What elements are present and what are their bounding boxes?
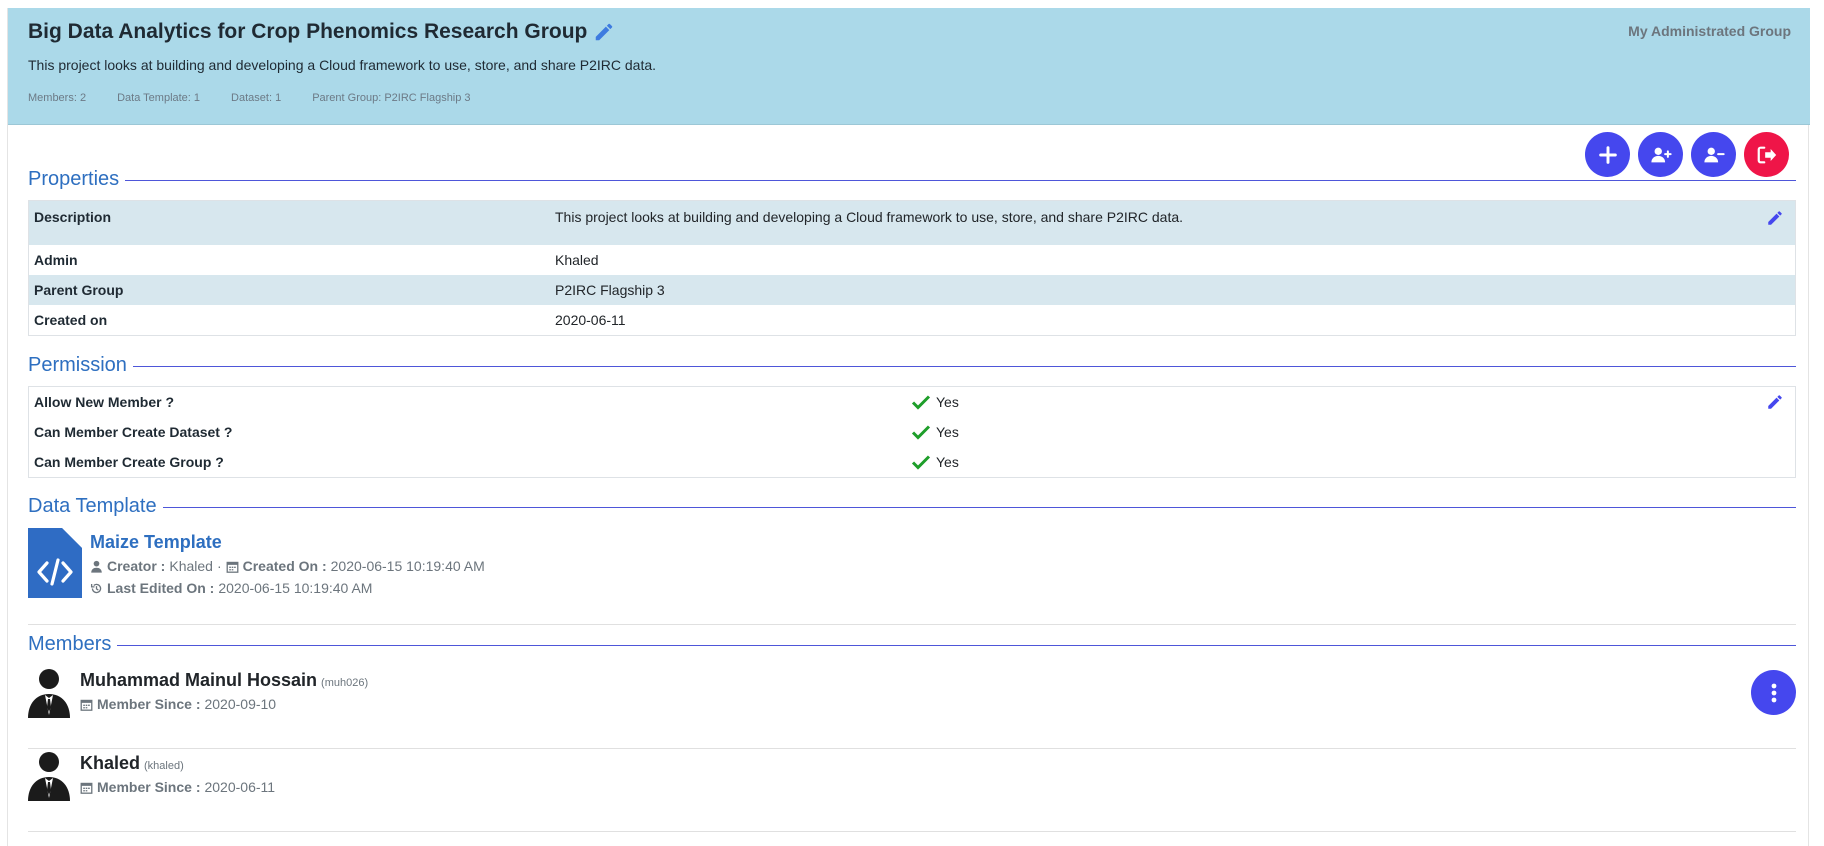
- member-username: (khaled): [144, 760, 184, 772]
- member-username: (muh026): [321, 677, 369, 689]
- group-title-row: Big Data Analytics for Crop Phenomics Re…: [28, 20, 615, 44]
- edit-permission-icon[interactable]: [1766, 393, 1784, 411]
- property-value: 2020-06-11: [555, 312, 626, 328]
- template-name-link[interactable]: Maize Template: [90, 532, 222, 553]
- edited-value: 2020-06-15 10:19:40 AM: [218, 580, 373, 596]
- member-since-label: Member Since :: [97, 696, 201, 712]
- calendar-icon: [226, 561, 239, 573]
- property-value: P2IRC Flagship 3: [555, 282, 665, 298]
- member-since-value: 2020-09-10: [204, 696, 277, 712]
- properties-title: Properties: [28, 168, 120, 190]
- permission-row-create-group: Can Member Create Group ? Yes: [29, 447, 1795, 477]
- administrated-group-badge: My Administrated Group: [1628, 23, 1791, 39]
- property-row-created-on: Created on 2020-06-11: [29, 305, 1795, 335]
- creator-label: Creator :: [107, 558, 166, 574]
- permission-value: Yes: [936, 424, 959, 440]
- user-plus-icon: [1650, 147, 1672, 162]
- check-icon: [911, 425, 931, 440]
- history-icon: [90, 583, 102, 593]
- member-options-button[interactable]: [1751, 670, 1796, 715]
- data-template-count: Data Template: 1: [117, 92, 201, 104]
- property-value: This project looks at building and devel…: [555, 209, 1184, 225]
- permission-key: Allow New Member ?: [34, 394, 175, 410]
- members-count: Members: 2: [28, 92, 87, 104]
- property-key: Admin: [34, 252, 78, 268]
- members-title: Members: [28, 633, 112, 655]
- edited-label: Last Edited On :: [107, 580, 215, 596]
- dataset-count: Dataset: 1: [231, 92, 282, 104]
- section-divider: [117, 645, 1796, 646]
- data-template-title: Data Template: [28, 495, 157, 517]
- template-meta-line-2: Last Edited On : 2020-06-15 10:19:40 AM: [90, 580, 372, 596]
- permission-value: Yes: [936, 394, 959, 410]
- created-label: Created On :: [242, 558, 327, 574]
- member-name: Khaled: [80, 753, 141, 773]
- calendar-icon: [80, 699, 93, 711]
- user-minus-icon: [1703, 147, 1725, 162]
- member-name: Muhammad Mainul Hossain: [80, 670, 318, 690]
- permission-row-create-dataset: Can Member Create Dataset ? Yes: [29, 417, 1795, 447]
- pencil-icon[interactable]: [593, 21, 615, 43]
- section-divider: [125, 180, 1796, 181]
- properties-table: Description This project looks at buildi…: [28, 200, 1796, 336]
- plus-icon: [1598, 145, 1617, 164]
- parent-group-stat: Parent Group: P2IRC Flagship 3: [312, 92, 471, 104]
- permission-key: Can Member Create Dataset ?: [34, 424, 233, 440]
- code-file-icon: [28, 528, 82, 598]
- check-icon: [911, 455, 931, 470]
- group-stats: Members: 2 Data Template: 1 Dataset: 1 P…: [28, 92, 471, 104]
- created-value: 2020-06-15 10:19:40 AM: [330, 558, 485, 574]
- property-value: Khaled: [555, 252, 599, 268]
- property-row-parent-group: Parent Group P2IRC Flagship 3: [29, 275, 1795, 305]
- avatar: [28, 752, 70, 801]
- data-template-heading: Data Template: [28, 495, 1796, 518]
- permission-key: Can Member Create Group ?: [34, 454, 224, 470]
- group-page: Big Data Analytics for Crop Phenomics Re…: [7, 8, 1810, 846]
- property-row-description: Description This project looks at buildi…: [29, 201, 1795, 245]
- member-item: Muhammad Mainul Hossain (muh026) Member …: [28, 666, 1796, 749]
- group-header: Big Data Analytics for Crop Phenomics Re…: [8, 8, 1810, 125]
- permission-title: Permission: [28, 354, 127, 376]
- property-key: Description: [34, 209, 112, 225]
- ellipsis-vertical-icon: [1771, 683, 1776, 702]
- member-since-label: Member Since :: [97, 779, 201, 795]
- user-icon: [91, 560, 102, 573]
- meta-separator: ·: [216, 558, 222, 574]
- data-template-item: Maize Template Creator : Khaled · Create…: [28, 528, 1796, 625]
- permission-heading: Permission: [28, 354, 1796, 377]
- group-description: This project looks at building and devel…: [28, 57, 657, 73]
- group-title: Big Data Analytics for Crop Phenomics Re…: [28, 20, 588, 43]
- section-divider: [132, 366, 1796, 367]
- member-since-row: Member Since : 2020-09-10: [80, 696, 276, 712]
- members-heading: Members: [28, 633, 1796, 656]
- property-key: Parent Group: [34, 282, 124, 298]
- property-key: Created on: [34, 312, 108, 328]
- properties-heading: Properties: [28, 168, 1796, 191]
- permission-value: Yes: [936, 454, 959, 470]
- member-name-row: Khaled (khaled): [80, 753, 184, 774]
- template-meta-line-1: Creator : Khaled · Created On : 2020-06-…: [90, 558, 485, 574]
- sign-out-icon: [1757, 146, 1776, 163]
- member-since-value: 2020-06-11: [204, 779, 276, 795]
- edit-description-icon[interactable]: [1766, 209, 1784, 227]
- member-name-row: Muhammad Mainul Hossain (muh026): [80, 670, 368, 691]
- check-icon: [911, 395, 931, 410]
- avatar: [28, 669, 70, 718]
- member-since-row: Member Since : 2020-06-11: [80, 779, 275, 795]
- permission-row-allow-new-member: Allow New Member ? Yes: [29, 387, 1795, 417]
- permission-table: Allow New Member ? Yes Can Member Create…: [28, 386, 1796, 478]
- section-divider: [162, 507, 1796, 508]
- member-item: Khaled (khaled) Member Since : 2020-06-1…: [28, 749, 1796, 832]
- property-row-admin: Admin Khaled: [29, 245, 1795, 275]
- calendar-icon: [80, 782, 93, 794]
- creator-value: Khaled: [169, 558, 213, 574]
